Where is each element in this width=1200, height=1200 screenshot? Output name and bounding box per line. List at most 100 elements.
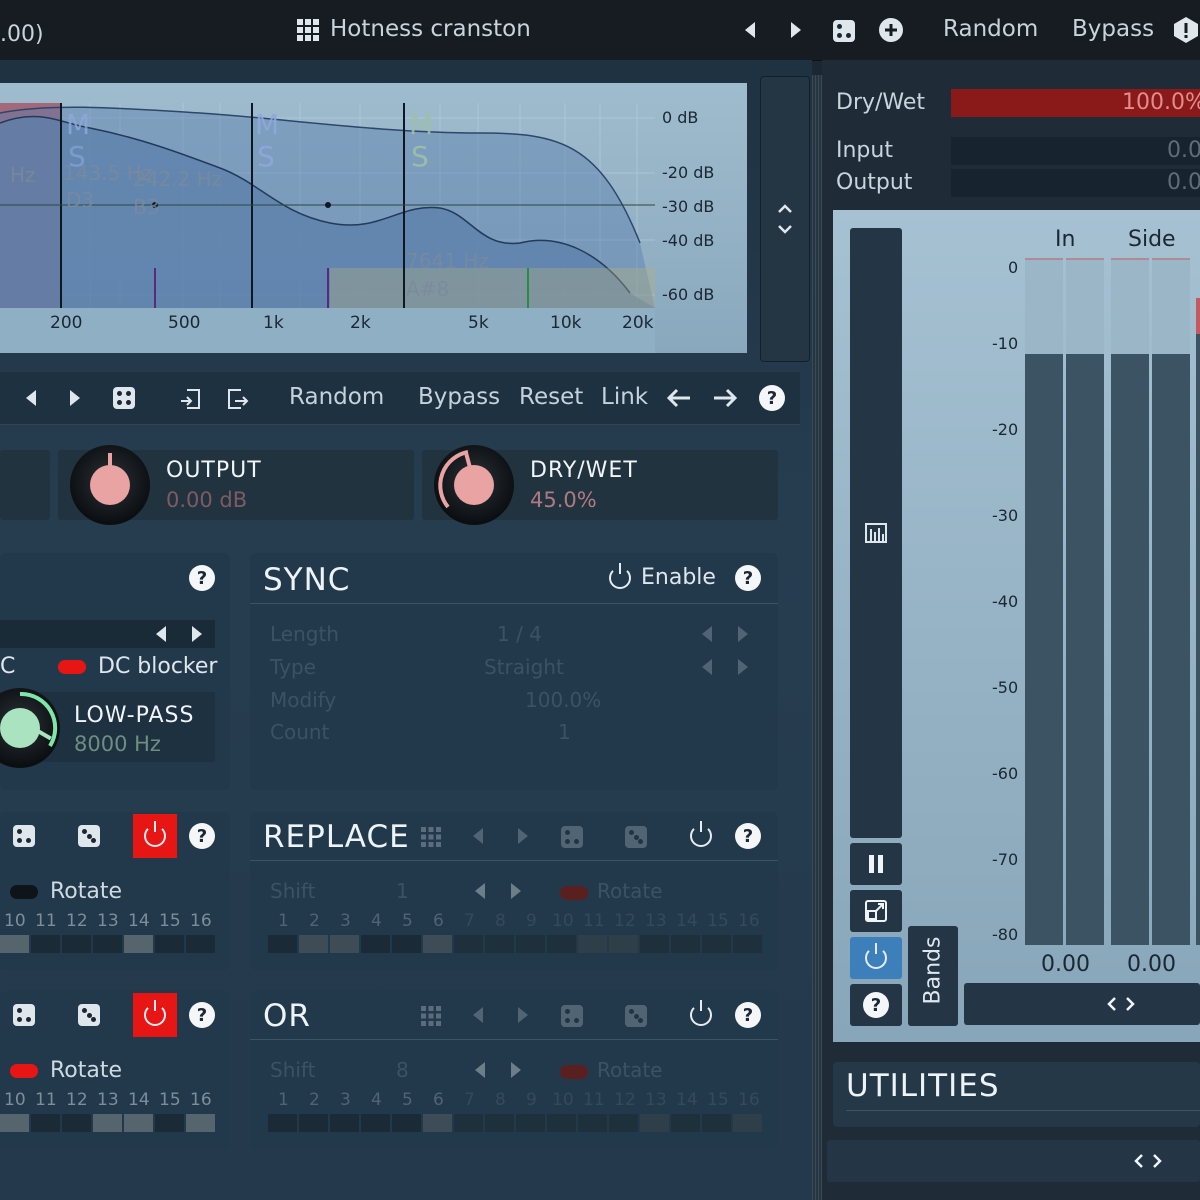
or-shift-next-icon[interactable]	[509, 1062, 523, 1078]
step-cell[interactable]	[62, 1114, 91, 1132]
arrow-left-icon[interactable]	[666, 386, 692, 410]
drywet-knob[interactable]	[434, 445, 514, 525]
or-shift-prev-icon[interactable]	[473, 1062, 487, 1078]
replace-rotate-toggle[interactable]	[560, 886, 588, 900]
step-cell[interactable]	[578, 1114, 607, 1132]
band3-s-toggle[interactable]: S	[411, 140, 429, 173]
step-cell[interactable]	[640, 1114, 669, 1132]
replace-shift-next-icon[interactable]	[509, 883, 523, 899]
step-cell[interactable]	[671, 1114, 700, 1132]
or-help-icon[interactable]: ?	[734, 1001, 762, 1029]
lowpass-knob[interactable]	[0, 688, 60, 768]
dc-blocker-label[interactable]: DC blocker	[98, 654, 217, 679]
step-cell[interactable]	[609, 1114, 638, 1132]
replace-shift-value[interactable]: 1	[396, 879, 409, 903]
output-value[interactable]: 0.00 dB	[166, 488, 247, 512]
resize-view-button[interactable]	[850, 890, 902, 932]
sync-type-next-icon[interactable]	[736, 659, 750, 675]
header-bypass-button[interactable]: Bypass	[1072, 16, 1154, 42]
filter-next-icon[interactable]	[188, 625, 206, 643]
step-cell[interactable]	[671, 935, 700, 953]
step-cell[interactable]	[0, 1114, 29, 1132]
replace-grid-icon[interactable]	[420, 826, 442, 848]
step-cell[interactable]	[93, 935, 122, 953]
or-next-icon[interactable]	[515, 1007, 531, 1023]
meter-power-button[interactable]	[850, 937, 902, 979]
seq-a-rotate-toggle[interactable]	[10, 885, 38, 899]
step-cell[interactable]	[640, 935, 669, 953]
step-cell[interactable]	[93, 1114, 122, 1132]
input-slider[interactable]	[951, 137, 1200, 165]
or-dice-icon[interactable]	[560, 1004, 584, 1028]
random-button[interactable]: Random	[289, 384, 384, 410]
step-cell[interactable]	[62, 935, 91, 953]
step-cell[interactable]	[186, 1114, 215, 1132]
output-slider[interactable]	[951, 169, 1200, 197]
band2-m-toggle[interactable]: M	[255, 108, 279, 141]
filter-selector[interactable]	[0, 620, 215, 648]
seq-a-dice2-icon[interactable]	[77, 824, 101, 848]
replace-help-icon[interactable]: ?	[734, 822, 762, 850]
filter-help-icon[interactable]: ?	[188, 564, 216, 592]
step-cell[interactable]	[268, 935, 297, 953]
randomize-dice-icon[interactable]	[112, 386, 136, 410]
step-cell[interactable]	[299, 935, 328, 953]
meter-bars-icon[interactable]	[864, 522, 888, 544]
utilities-title[interactable]: UTILITIES	[846, 1068, 1000, 1104]
step-cell[interactable]	[299, 1114, 328, 1132]
prev-preset-icon[interactable]	[740, 20, 760, 40]
reset-button[interactable]: Reset	[519, 384, 583, 410]
replace-power-icon[interactable]	[689, 821, 713, 848]
seq-b-rotate-toggle[interactable]	[10, 1064, 38, 1078]
spectrum-analyzer[interactable]: M S M S M S Hz 143.5 Hz D3 242.2 Hz B3 7…	[0, 83, 747, 353]
header-random-button[interactable]: Random	[943, 16, 1038, 42]
or-grid-icon[interactable]	[420, 1005, 442, 1027]
sync-help-icon[interactable]: ?	[734, 564, 762, 592]
bypass-button[interactable]: Bypass	[418, 384, 500, 410]
sync-modify-value[interactable]: 100.0%	[525, 688, 601, 712]
seq-b-dice-icon[interactable]	[12, 1003, 36, 1027]
seq-b-help-icon[interactable]: ?	[188, 1001, 216, 1029]
step-cell[interactable]	[485, 935, 514, 953]
help-icon[interactable]: ?	[758, 384, 786, 412]
seq-a-dice-icon[interactable]	[12, 824, 36, 848]
random-dice-icon[interactable]	[832, 19, 856, 43]
sync-count-value[interactable]: 1	[558, 720, 571, 744]
sync-length-value[interactable]: 1 / 4	[497, 622, 542, 646]
export-icon[interactable]	[224, 386, 250, 412]
panel-divider[interactable]	[812, 75, 822, 1200]
preset-grid-icon[interactable]	[296, 18, 320, 42]
step-cell[interactable]	[547, 1114, 576, 1132]
or-rotate-label[interactable]: Rotate	[597, 1058, 662, 1082]
step-cell[interactable]	[31, 935, 60, 953]
or-power-icon[interactable]	[689, 1000, 713, 1027]
next-icon[interactable]	[66, 389, 84, 407]
step-cell[interactable]	[186, 935, 215, 953]
seq-a-help-icon[interactable]: ?	[188, 822, 216, 850]
replace-shift-prev-icon[interactable]	[473, 883, 487, 899]
step-cell[interactable]	[330, 935, 359, 953]
arrow-right-icon[interactable]	[712, 386, 738, 410]
replace-prev-icon[interactable]	[470, 828, 486, 844]
step-cell[interactable]	[454, 1114, 483, 1132]
step-cell[interactable]	[268, 1114, 297, 1132]
step-cell[interactable]	[578, 935, 607, 953]
replace-next-icon[interactable]	[515, 828, 531, 844]
step-cell[interactable]	[423, 935, 452, 953]
or-shift-value[interactable]: 8	[396, 1058, 409, 1082]
link-button[interactable]: Link	[601, 384, 648, 410]
step-cell[interactable]	[124, 935, 153, 953]
sync-length-prev-icon[interactable]	[700, 626, 714, 642]
sync-enable-label[interactable]: Enable	[641, 565, 716, 590]
bands-label[interactable]: Bands	[921, 937, 946, 1005]
seq-a-rotate-label[interactable]: Rotate	[50, 879, 122, 904]
step-cell[interactable]	[361, 935, 390, 953]
sync-type-value[interactable]: Straight	[484, 655, 564, 679]
step-cell[interactable]	[392, 935, 421, 953]
lowpass-value[interactable]: 8000 Hz	[74, 732, 161, 756]
or-rotate-toggle[interactable]	[560, 1065, 588, 1079]
replace-rotate-label[interactable]: Rotate	[597, 879, 662, 903]
replace-dice2-icon[interactable]	[624, 825, 648, 849]
preset-name[interactable]: Hotness cranston	[330, 16, 531, 42]
import-icon[interactable]	[178, 386, 204, 412]
